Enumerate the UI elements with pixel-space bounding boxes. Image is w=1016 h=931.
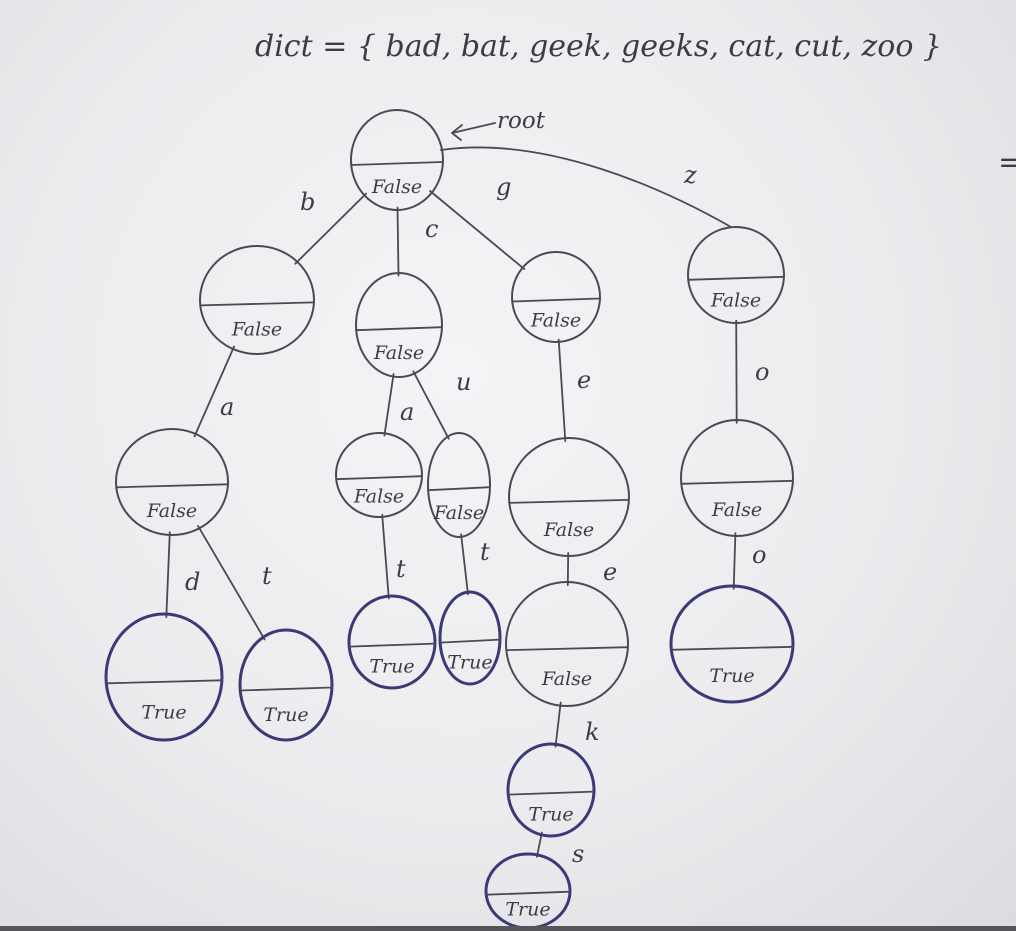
trie-node-cat: True xyxy=(347,594,437,690)
trie-node-ge: False xyxy=(508,437,630,557)
node-value-z: False xyxy=(710,290,761,312)
node-value-cut: True xyxy=(447,651,492,673)
trie-node-zo: False xyxy=(680,419,794,537)
edge-label-c-cu: u xyxy=(456,368,471,396)
trie-node-b: False xyxy=(199,245,315,355)
node-divider-geek xyxy=(507,790,595,796)
trie-node-bat: True xyxy=(238,628,334,742)
node-divider-b xyxy=(199,301,315,307)
node-divider-bad xyxy=(105,679,223,685)
nodes-layer: False False False False False False False False… xyxy=(104,109,795,930)
trie-node-z: False xyxy=(687,226,785,324)
edge-label-root-g: g xyxy=(496,173,511,201)
edge-label-ba-bad: d xyxy=(185,568,200,596)
node-divider-ge xyxy=(508,498,630,504)
trie-node-geeks: True xyxy=(484,852,572,930)
node-value-zoo: True xyxy=(709,665,754,687)
trie-node-cu: False xyxy=(427,432,491,538)
trie-node-g: False xyxy=(511,251,601,343)
node-value-root: False xyxy=(371,176,422,198)
node-divider-zoo xyxy=(670,645,794,651)
node-value-cu: False xyxy=(433,502,484,524)
node-divider-z xyxy=(687,275,785,281)
node-value-ca: False xyxy=(353,486,404,508)
node-value-geeks: True xyxy=(505,898,550,920)
node-value-cat: True xyxy=(369,655,414,677)
edge-label-geek-geeks: s xyxy=(572,840,584,868)
edge-label-ge-gee: e xyxy=(603,558,617,586)
node-divider-geeks xyxy=(485,890,571,896)
edge-label-b-ba: a xyxy=(220,393,234,421)
edge-label-z-zo: o xyxy=(755,358,769,386)
node-divider-zo xyxy=(680,479,794,485)
edge-label-cu-cut: t xyxy=(480,538,490,566)
node-value-bat: True xyxy=(263,704,308,726)
node-value-g: False xyxy=(530,310,581,332)
trie-node-ba: False xyxy=(115,428,229,536)
stray-mark: = xyxy=(998,145,1016,180)
trie-node-zoo: True xyxy=(669,584,795,704)
edge-gee-geek xyxy=(554,701,562,748)
node-divider-cat xyxy=(348,642,436,648)
edge-label-root-c: c xyxy=(425,215,438,243)
edge-label-root-b: b xyxy=(300,188,315,216)
node-value-bad: True xyxy=(141,702,186,724)
trie-node-c: False xyxy=(355,272,443,378)
edge-b-ba xyxy=(193,345,235,438)
dictionary-title: dict = { bad, bat, geek, geeks, cat, cut… xyxy=(255,29,942,64)
edge-label-root-z: z xyxy=(683,161,697,189)
node-divider-ca xyxy=(335,475,423,481)
edge-label-ba-bat: t xyxy=(262,562,272,590)
edge-cu-cut xyxy=(460,533,469,596)
edge-label-ca-cat: t xyxy=(396,555,406,583)
node-value-geek: True xyxy=(528,803,573,825)
edge-root-g xyxy=(429,190,526,270)
trie-node-gee: False xyxy=(505,581,629,707)
edge-zo-zoo xyxy=(732,532,737,590)
trie-node-root: False xyxy=(350,109,444,211)
trie-node-ca: False xyxy=(335,432,423,518)
node-value-c: False xyxy=(373,342,424,364)
node-divider-bat xyxy=(239,686,333,692)
edge-label-zo-zoo: o xyxy=(752,541,766,569)
edge-root-c xyxy=(396,206,400,277)
node-value-b: False xyxy=(231,319,282,341)
edge-ba-bat xyxy=(197,525,266,641)
node-divider-cut xyxy=(439,638,501,644)
edge-label-gee-geek: k xyxy=(585,718,600,746)
trie-diagram: dict = { bad, bat, geek, geeks, cat, cut… xyxy=(104,29,1016,930)
edge-c-ca xyxy=(383,373,395,437)
edge-ba-bad xyxy=(165,531,171,619)
node-divider-ba xyxy=(115,483,229,489)
node-value-gee: False xyxy=(541,668,592,690)
edge-g-ge xyxy=(557,338,567,442)
node-value-ge: False xyxy=(543,519,594,541)
edge-c-cu xyxy=(412,370,450,440)
node-value-ba: False xyxy=(146,500,197,522)
trie-node-geek: True xyxy=(506,742,596,838)
edge-label-g-ge: e xyxy=(577,366,591,394)
node-divider-gee xyxy=(505,646,629,652)
node-divider-g xyxy=(511,297,601,303)
bottom-edge-bar xyxy=(0,926,1016,931)
edge-ca-cat xyxy=(381,513,390,600)
node-divider-cu xyxy=(427,486,491,492)
trie-node-bad: True xyxy=(104,612,224,742)
node-divider-c xyxy=(355,326,443,332)
root-label: root xyxy=(497,108,546,134)
trie-node-cut: True xyxy=(438,590,502,686)
node-divider-root xyxy=(350,161,444,166)
edge-z-zo xyxy=(735,319,738,424)
edge-label-c-ca: a xyxy=(400,398,414,426)
root-pointer-arrow xyxy=(451,122,496,141)
node-value-zo: False xyxy=(711,499,762,521)
